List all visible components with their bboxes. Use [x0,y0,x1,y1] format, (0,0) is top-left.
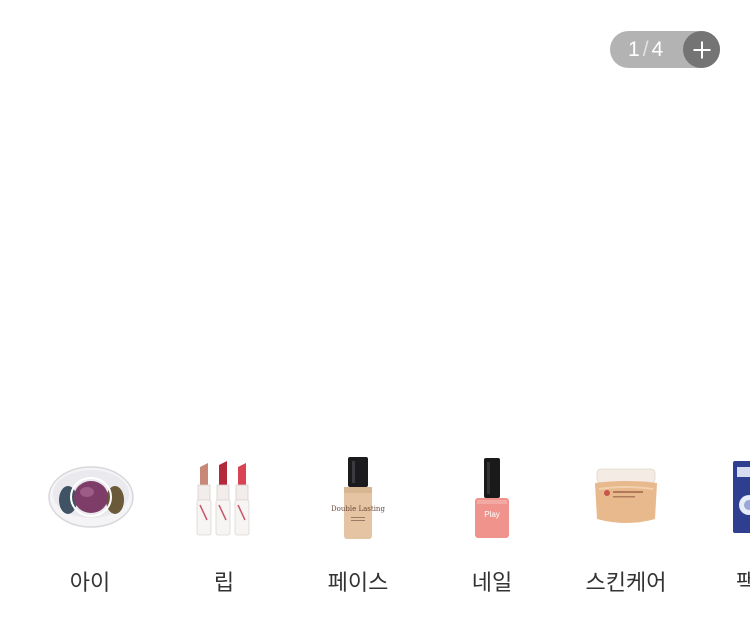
category-label: 팩/마 [736,571,750,596]
foundation-brand-text: Double Lasting [331,505,385,513]
nail-brand-text: Play [484,510,500,519]
nail-polish-icon: Play [475,458,509,538]
pager-total: 4 [651,38,665,61]
category-label: 네일 [471,571,513,596]
category-list: 아이 립 Double Lasting 페이스 Play 네일 스킨케어 팩 [0,445,750,620]
category-eye[interactable]: 아이 [35,445,145,605]
category-pack-mask[interactable]: 팩/마 [705,445,750,605]
plus-icon[interactable] [683,31,720,68]
category-label: 아이 [69,571,111,596]
category-label: 립 [213,571,235,596]
category-nail[interactable]: Play 네일 [437,445,547,605]
category-label: 스킨케어 [585,571,667,596]
pager-counter: 1/4 [628,31,664,68]
eyeshadow-icon [48,466,134,528]
foundation-bottle-icon: Double Lasting [331,457,385,539]
cream-jar-icon [595,468,657,523]
lipstick-icon [196,461,250,536]
pager-current: 1 [628,38,641,61]
category-face[interactable]: Double Lasting 페이스 [303,445,413,605]
face-mask-pack-icon [733,461,750,533]
category-lip[interactable]: 립 [169,445,279,605]
banner-pager: 1/4 [610,31,720,68]
category-label: 페이스 [327,571,389,596]
category-skincare[interactable]: 스킨케어 [571,445,681,605]
pager-separator: / [642,38,650,61]
